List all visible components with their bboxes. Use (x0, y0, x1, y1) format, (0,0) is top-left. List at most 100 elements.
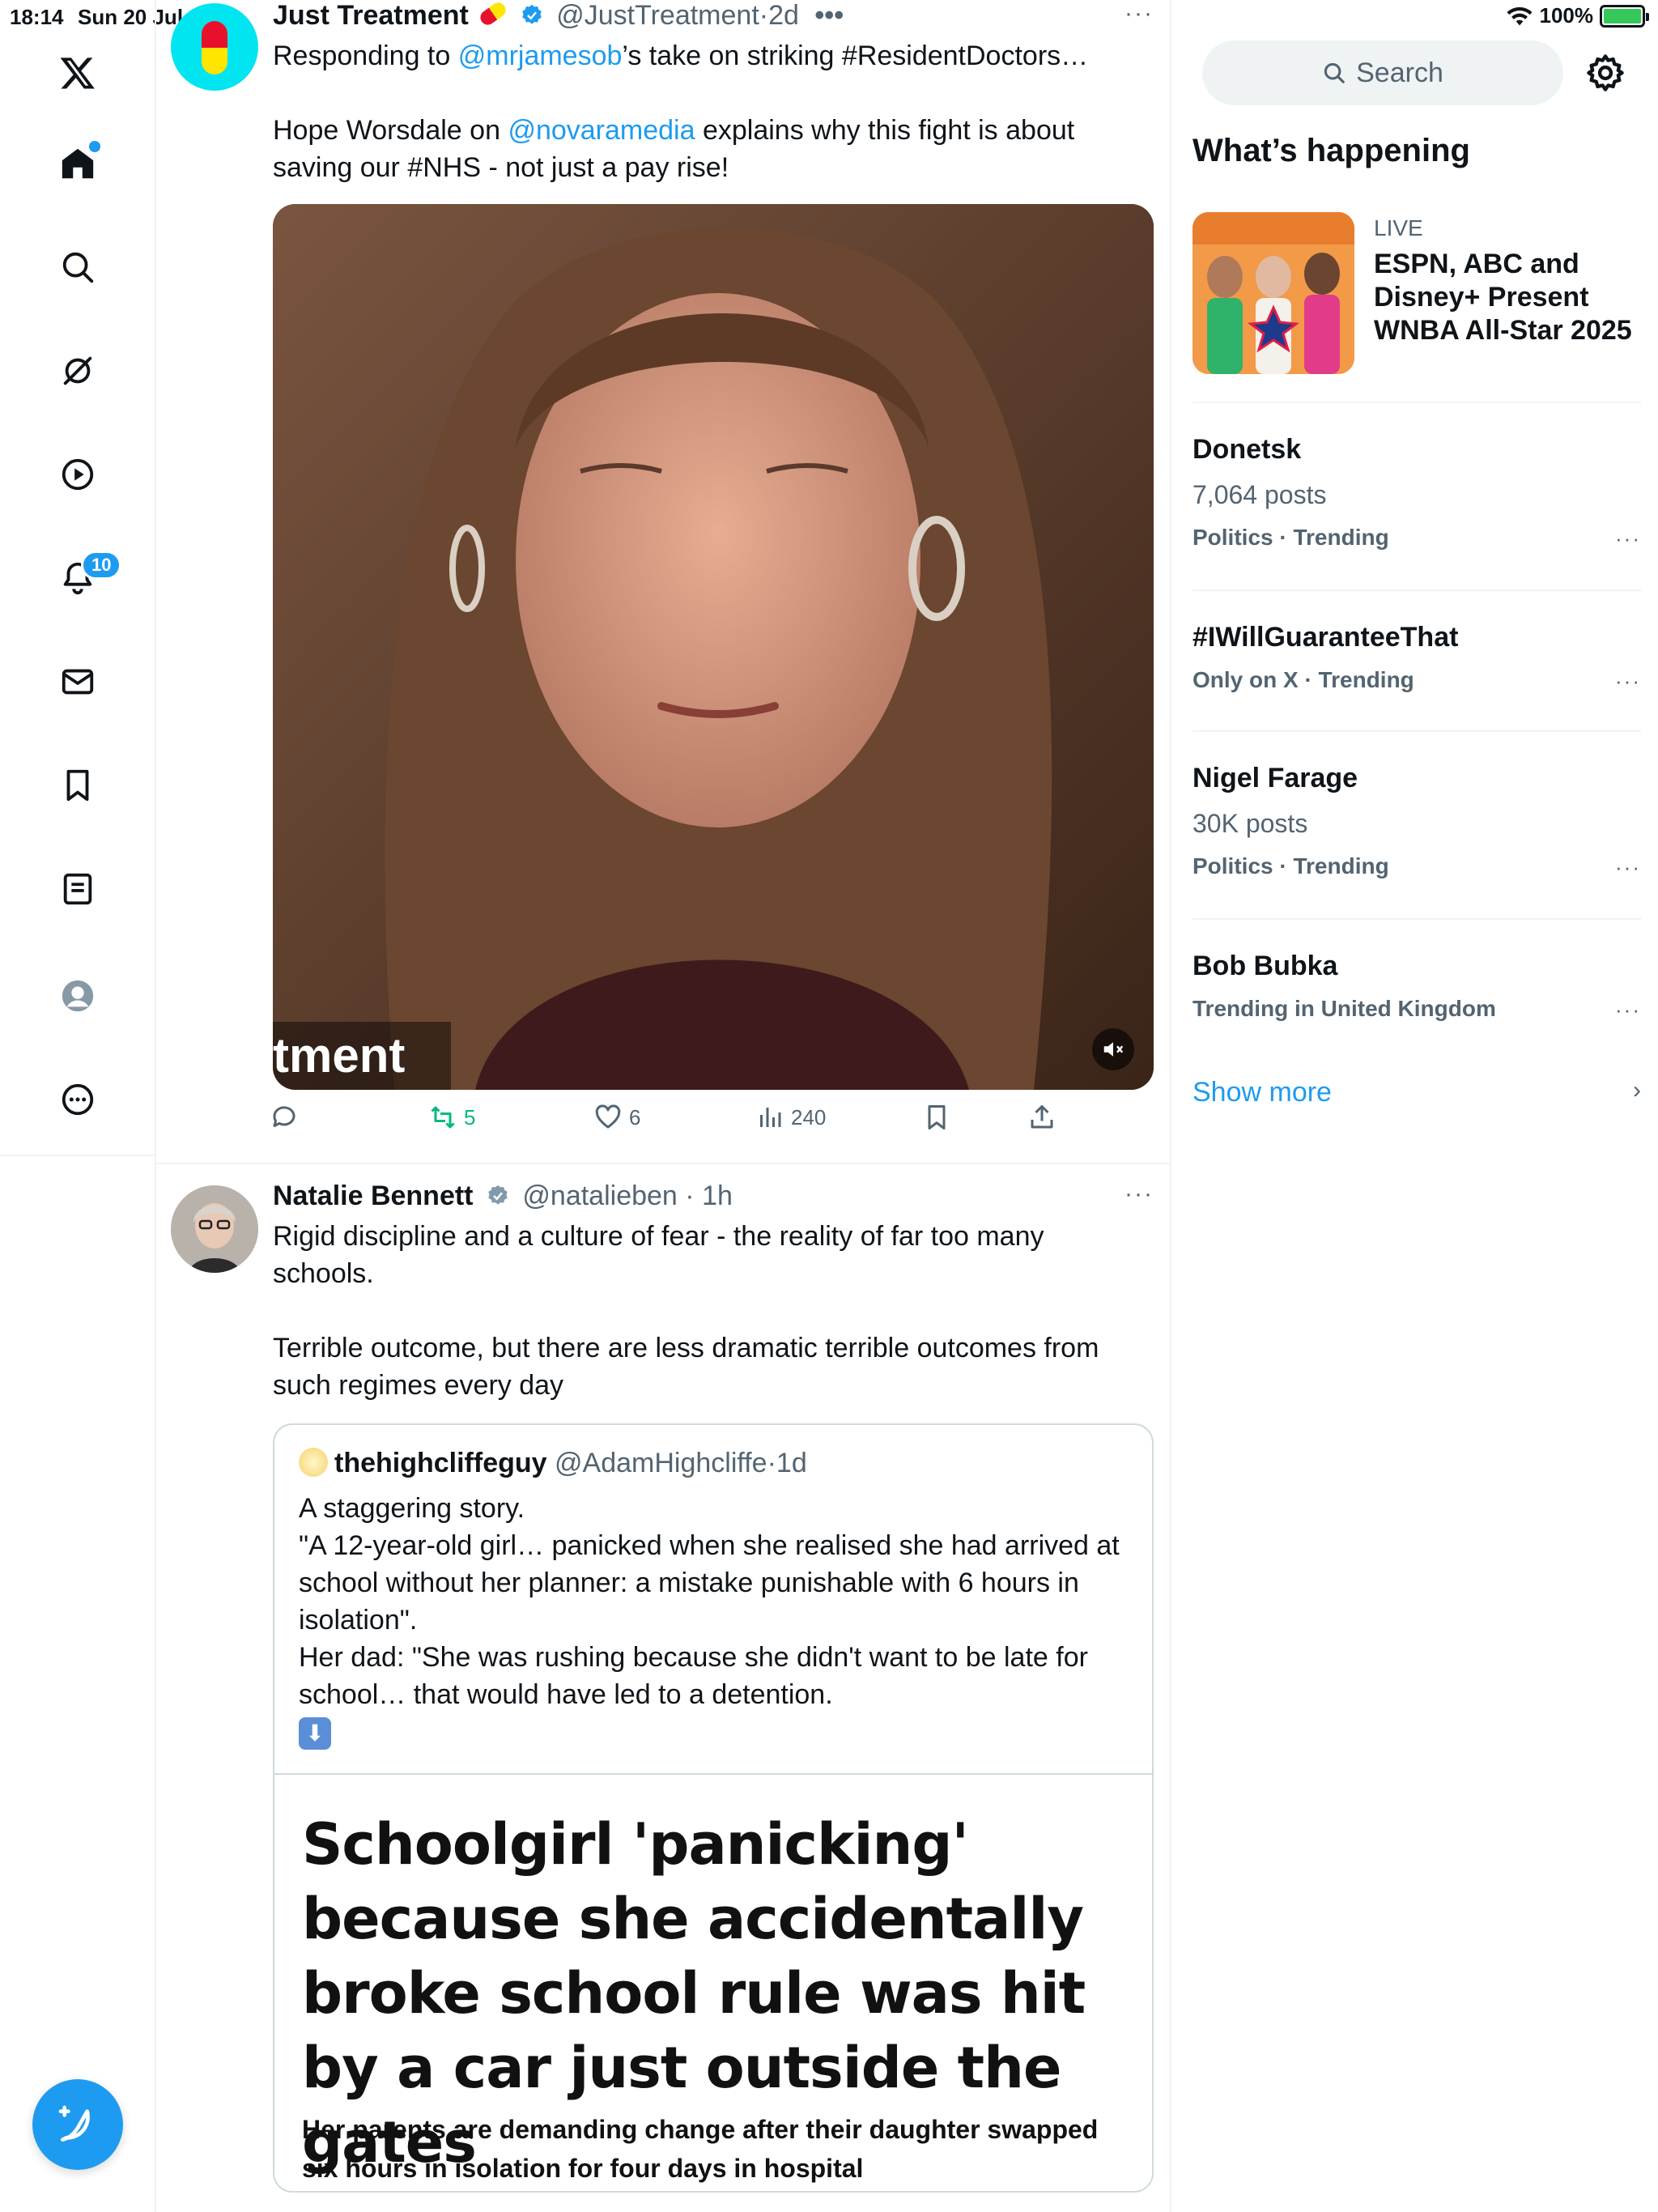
share-icon (1031, 1105, 1053, 1129)
trend-more-icon[interactable]: ··· (1615, 998, 1641, 1023)
home-icon[interactable] (49, 134, 107, 193)
views-count: 240 (791, 1104, 827, 1129)
video-play-icon[interactable] (49, 445, 107, 504)
right-sidebar: Search What’s happening LIVE ESPN, ABC a… (1171, 0, 1658, 2212)
tweet-header: Natalie Bennett @natalieben · 1h (273, 1180, 733, 1211)
pill-logo-icon (202, 21, 227, 74)
retweet-count: 5 (464, 1104, 476, 1129)
trend-name: Bob Bubka (1192, 951, 1338, 981)
left-nav-lower (0, 1156, 156, 2212)
search-input[interactable]: Search (1202, 40, 1563, 105)
tweet-video[interactable]: tment (273, 204, 1154, 1090)
quoted-tweet-header: thehighcliffeguy @AdamHighcliffe·1d (299, 1448, 807, 1479)
trend-item[interactable]: Bob Bubka Trending in United Kingdom ··· (1192, 949, 1641, 1030)
trend-category: Politics · Trending (1192, 853, 1389, 878)
mention-link[interactable]: @mrjamesob (458, 40, 623, 71)
explore-search-icon[interactable] (49, 238, 107, 296)
live-event-title: ESPN, ABC and Disney+ Present WNBA All-S… (1374, 249, 1632, 346)
timeline: Just Treatment @JustTreatment·2d ••• ···… (156, 0, 1171, 2212)
live-label: LIVE (1374, 215, 1423, 240)
share-button[interactable] (1027, 1103, 1056, 1132)
sidebar-divider (1192, 402, 1641, 403)
live-event-item[interactable]: LIVE ESPN, ABC and Disney+ Present WNBA … (1192, 212, 1638, 374)
like-count: 6 (629, 1104, 641, 1129)
messages-envelope-icon[interactable] (49, 653, 107, 711)
display-name[interactable]: Natalie Bennett (273, 1180, 474, 1211)
tweet-just-treatment[interactable]: Just Treatment @JustTreatment·2d ••• ···… (156, 0, 1170, 1163)
bookmark-button[interactable] (922, 1103, 951, 1132)
settings-gear-icon[interactable] (1584, 52, 1626, 94)
whats-happening-title: What’s happening (1192, 133, 1470, 168)
quoted-tweet-text: A staggering story. "A 12-year-old girl…… (299, 1490, 1133, 1750)
down-arrow-emoji-icon: ⬇ (299, 1717, 331, 1750)
sidebar-divider (1192, 918, 1641, 920)
trend-more-icon[interactable]: ··· (1615, 669, 1641, 694)
reply-icon (273, 1106, 295, 1127)
link-card[interactable]: Schoolgirl 'panicking' because she accid… (274, 1773, 1152, 2191)
link-card-subheadline: Her parents are demanding change after t… (302, 2115, 1099, 2183)
video-caption: tment (273, 1022, 451, 1090)
handle[interactable]: @JustTreatment (556, 0, 759, 31)
trend-item[interactable]: #IWillGuaranteeThat Only on X · Trending… (1192, 620, 1641, 701)
avatar[interactable] (171, 3, 258, 91)
trend-item[interactable]: Nigel Farage 30K posts Politics · Trendi… (1192, 761, 1641, 883)
notification-count-badge: 10 (81, 551, 122, 580)
chevron-right-icon: › (1633, 1077, 1641, 1104)
search-placeholder: Search (1356, 57, 1443, 88)
profile-avatar-icon[interactable] (49, 967, 107, 1025)
quoted-handle[interactable]: @AdamHighcliffe (555, 1448, 767, 1478)
tweet-more-menu-icon[interactable]: ··· (1124, 0, 1154, 28)
trend-post-count: 7,064 posts (1192, 480, 1327, 509)
quoted-tweet[interactable]: thehighcliffeguy @AdamHighcliffe·1d A st… (273, 1423, 1154, 2193)
trend-name: Donetsk (1192, 434, 1302, 465)
sidebar-divider (1192, 589, 1641, 591)
bookmark-icon (928, 1105, 946, 1129)
home-unread-dot (89, 141, 100, 152)
trend-item[interactable]: Donetsk 7,064 posts Politics · Trending … (1192, 432, 1641, 554)
trend-category: Trending in United Kingdom (1192, 996, 1496, 1021)
tweet-more-menu-icon[interactable]: ··· (1124, 1180, 1154, 1208)
mute-toggle-button[interactable] (1092, 1028, 1134, 1070)
retweet-icon (431, 1106, 455, 1129)
tweet-header: Just Treatment @JustTreatment·2d ••• (273, 0, 844, 31)
search-icon (1324, 62, 1345, 83)
trend-more-icon[interactable]: ··· (1615, 855, 1641, 880)
timestamp[interactable]: 2d (768, 0, 799, 31)
trend-category: Politics · Trending (1192, 525, 1389, 550)
avatar[interactable] (171, 1185, 258, 1273)
left-nav: 10 (0, 0, 156, 1156)
speaker-muted-icon (1103, 1042, 1124, 1057)
trend-name: Nigel Farage (1192, 763, 1358, 793)
timestamp[interactable]: 1h (702, 1180, 733, 1211)
like-button[interactable]: 6 (593, 1103, 640, 1132)
verified-badge-icon (488, 1185, 508, 1205)
quoted-timestamp: 1d (776, 1448, 807, 1478)
quoted-display-name[interactable]: thehighcliffeguy (334, 1448, 547, 1478)
more-options-icon[interactable] (49, 1070, 107, 1129)
views-button[interactable]: 240 (755, 1103, 826, 1132)
show-more-link[interactable]: Show more › (1192, 1077, 1641, 1108)
bookmarks-icon[interactable] (49, 756, 107, 815)
quoted-avatar-icon[interactable] (299, 1448, 328, 1477)
video-frame-image (273, 204, 1154, 1090)
verified-badge-icon (522, 4, 542, 24)
mention-link[interactable]: @novaramedia (508, 115, 695, 146)
handle[interactable]: @natalieben (522, 1180, 677, 1211)
trend-name: #IWillGuaranteeThat (1192, 622, 1459, 653)
tweet-text: Rigid discipline and a culture of fear -… (273, 1218, 1147, 1404)
lists-icon[interactable] (49, 860, 107, 918)
tweet-paragraph: Terrible outcome, but there are less dra… (273, 1333, 1099, 1401)
reply-button[interactable] (270, 1103, 299, 1132)
notifications-bell-icon[interactable]: 10 (49, 549, 122, 607)
pill-emoji-icon (478, 0, 509, 28)
grok-dots-icon[interactable]: ••• (814, 0, 844, 31)
views-chart-icon (760, 1108, 781, 1127)
sidebar-divider (1192, 730, 1641, 732)
heart-icon (595, 1104, 621, 1129)
compose-post-button[interactable] (32, 2079, 123, 2170)
retweet-button[interactable]: 5 (428, 1103, 475, 1132)
trend-more-icon[interactable]: ··· (1615, 526, 1641, 551)
grok-icon[interactable] (49, 342, 107, 400)
x-logo-icon[interactable] (49, 44, 107, 102)
display-name[interactable]: Just Treatment (273, 0, 469, 31)
